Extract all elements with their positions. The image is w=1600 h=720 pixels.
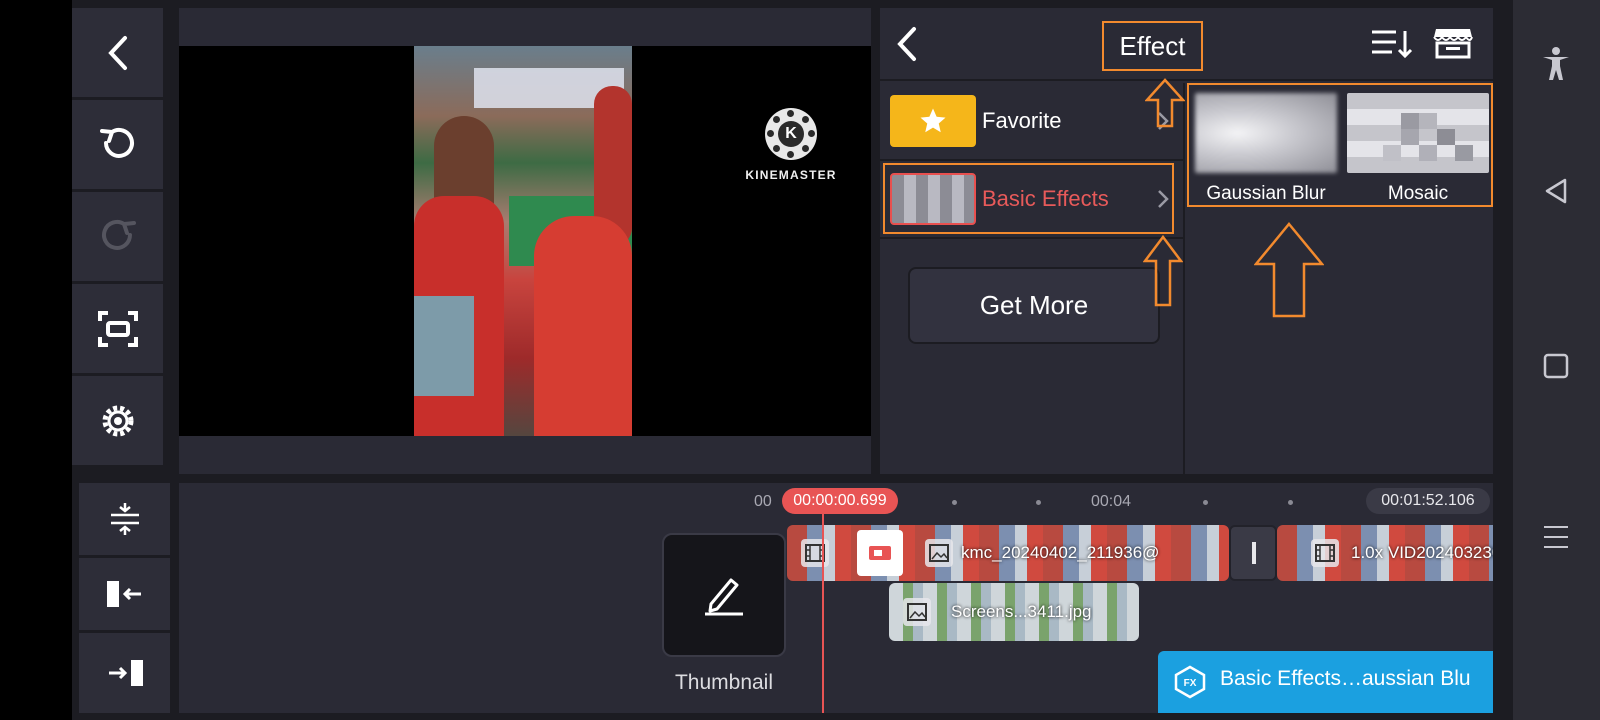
effect-clip[interactable]: FX Basic Effects…aussian Blu	[1158, 651, 1493, 713]
image-icon	[925, 539, 953, 567]
effect-label: Gaussian Blur	[1206, 183, 1326, 204]
video-frame	[414, 46, 632, 436]
time-ruler[interactable]: 00 00:00:00.699 00:04 00:01:52.106	[179, 483, 1493, 523]
kinemaster-logo-icon: K	[765, 108, 817, 160]
back-triangle-icon[interactable]	[1541, 176, 1571, 206]
kinemaster-watermark: K KINEMASTER	[745, 108, 837, 182]
ruler-mark: 00:04	[1091, 493, 1132, 510]
effect-label: Mosaic	[1387, 183, 1449, 204]
panel-header: Effect	[880, 8, 1493, 81]
arrow-up-icon	[1143, 235, 1183, 307]
preview-screen: K KINEMASTER	[179, 46, 871, 436]
align-start-icon	[106, 581, 141, 607]
timeline[interactable]: Thumbnail 00 00:00:00.699 00:04 00:01:52…	[179, 483, 1493, 713]
arrow-up-icon	[1145, 78, 1185, 128]
store-icon	[1433, 29, 1473, 59]
gaussian-blur-thumbnail	[1195, 93, 1337, 173]
panel-back-button[interactable]	[894, 26, 920, 67]
image-overlay-clip[interactable]: Screens...3411.jpg	[889, 583, 1139, 641]
video-preview[interactable]: K KINEMASTER	[179, 8, 871, 474]
mosaic-thumbnail	[1347, 93, 1489, 173]
clip-label: kmc_20240402_211936@	[961, 543, 1160, 562]
menu-icon[interactable]	[1541, 522, 1571, 552]
thumbnail-label: Thumbnail	[674, 671, 774, 694]
undo-button[interactable]	[72, 100, 163, 189]
playhead[interactable]	[822, 503, 824, 713]
expand-vertical-icon	[110, 503, 139, 535]
clip-label: Basic Effects…aussian Blu	[1220, 667, 1471, 690]
category-list: Favorite Basic Effects Get More	[880, 78, 1185, 474]
chevron-left-icon	[897, 27, 916, 61]
svg-text:FX: FX	[1184, 678, 1197, 689]
ruler-start: 00	[754, 493, 772, 510]
kinemaster-editor: K KINEMASTER Effect Favorite Basic Effec…	[72, 0, 1513, 720]
screen-capture-icon	[97, 310, 138, 347]
panel-title: Effect	[1102, 21, 1203, 71]
watermark-text: KINEMASTER	[745, 168, 837, 182]
get-more-button[interactable]: Get More	[908, 267, 1160, 344]
timeline-height-button[interactable]	[79, 483, 170, 555]
align-end-icon	[108, 660, 143, 686]
total-time-badge: 00:01:52.106	[1366, 488, 1490, 514]
image-icon	[903, 598, 931, 626]
effect-panel: Effect Favorite Basic Effects Get More G…	[880, 8, 1493, 474]
transition-button[interactable]	[1229, 525, 1277, 581]
category-favorite[interactable]: Favorite	[880, 83, 1185, 159]
redo-icon	[101, 219, 136, 250]
undo-icon	[99, 127, 134, 158]
video-clip-2[interactable]: 1.0x VID20240323092607@10	[1277, 525, 1493, 581]
star-icon	[920, 108, 946, 133]
video-clip-1[interactable]: kmc_20240402_211936@	[787, 525, 1229, 581]
settings-button[interactable]	[72, 376, 163, 465]
arrow-up-icon	[1254, 222, 1324, 318]
jump-to-end-button[interactable]	[79, 633, 170, 713]
accessibility-icon[interactable]	[1541, 46, 1571, 82]
favorite-thumbnail	[890, 95, 976, 147]
jump-to-start-button[interactable]	[79, 558, 170, 630]
gear-icon	[102, 405, 133, 436]
effect-grid: Gaussian Blur Mosaic	[1187, 83, 1493, 207]
redo-button[interactable]	[72, 192, 163, 281]
sort-icon	[1372, 30, 1413, 59]
clip-label: Screens...3411.jpg	[951, 602, 1092, 621]
effect-gaussian-blur[interactable]: Gaussian Blur	[1195, 93, 1337, 205]
home-square-icon[interactable]	[1541, 351, 1571, 381]
system-nav-bar	[1513, 0, 1600, 720]
highlight-basic-effects	[883, 163, 1174, 234]
back-button[interactable]	[72, 8, 163, 97]
capture-button[interactable]	[72, 284, 163, 373]
record-icon	[857, 530, 903, 576]
current-time-badge: 00:00:00.699	[782, 488, 898, 514]
effect-mosaic[interactable]: Mosaic	[1347, 93, 1489, 205]
asset-store-button[interactable]	[1432, 25, 1474, 66]
fx-icon: FX	[1174, 665, 1206, 699]
film-icon	[801, 539, 829, 567]
clip-label: 1.0x VID20240323092607@10	[1351, 543, 1493, 562]
sort-button[interactable]	[1370, 28, 1414, 65]
chevron-left-icon	[107, 35, 127, 70]
thumbnail-button[interactable]	[662, 533, 786, 657]
pencil-icon	[705, 578, 743, 616]
film-icon	[1311, 539, 1339, 567]
category-label: Favorite	[982, 108, 1062, 133]
